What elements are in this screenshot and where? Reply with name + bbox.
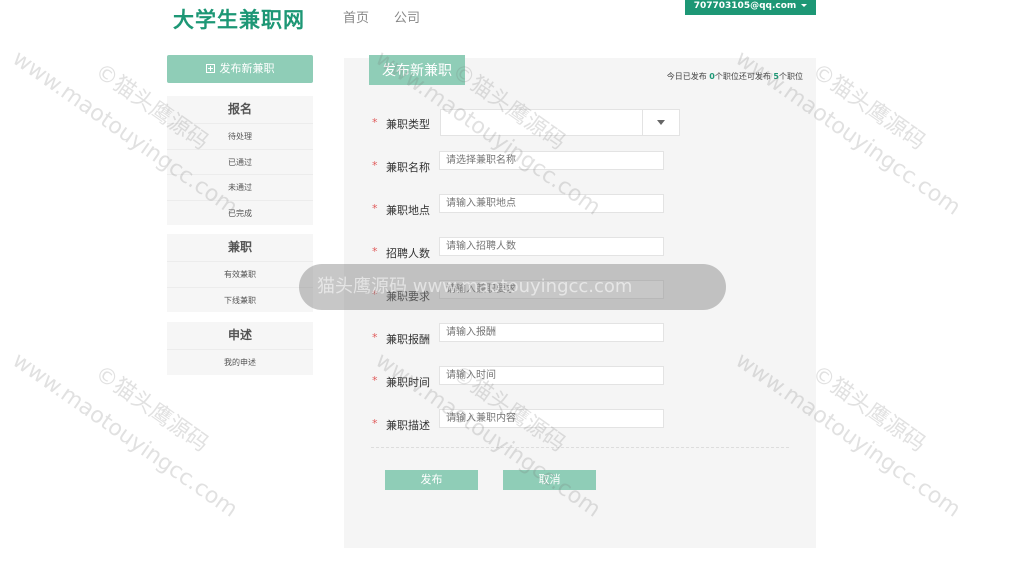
recruit-count-label: 招聘人数 <box>386 247 430 260</box>
plus-square-icon <box>205 64 215 73</box>
submit-button[interactable]: 发布 <box>385 470 478 490</box>
publish-quota-text: 今日已发布 0个职位还可发布 5个职位 <box>667 71 803 82</box>
quota-middle: 个职位还可发布 <box>714 72 771 81</box>
caret-down-icon <box>801 4 808 7</box>
required-mark: * <box>372 374 378 387</box>
job-type-select[interactable] <box>440 109 680 136</box>
sidebar-group-signup: 报名 待处理 已通过 未通过 已完成 <box>167 96 313 225</box>
job-description-label: 兼职描述 <box>386 419 430 432</box>
job-type-label: 兼职类型 <box>386 118 430 131</box>
job-name-input[interactable] <box>439 151 664 170</box>
job-location-label: 兼职地点 <box>386 204 430 217</box>
required-mark: * <box>372 159 378 172</box>
watermark-toast: 猫头鹰源码 www.maotouyingcc.com <box>299 264 726 310</box>
top-header: 大学生兼职网 首页 公司 707703105@qq.com <box>0 0 1024 32</box>
job-name-label: 兼职名称 <box>386 161 430 174</box>
sidebar-item-completed[interactable]: 已完成 <box>167 199 313 226</box>
sidebar-item-active-jobs[interactable]: 有效兼职 <box>167 261 313 287</box>
sidebar-item-approved[interactable]: 已通过 <box>167 148 313 175</box>
quota-prefix: 今日已发布 <box>666 72 707 81</box>
required-mark: * <box>372 331 378 344</box>
nav-company-link[interactable]: 公司 <box>394 7 420 26</box>
sidebar-item-offline-jobs[interactable]: 下线兼职 <box>167 286 313 313</box>
job-salary-input[interactable] <box>439 323 664 342</box>
job-description-input[interactable] <box>439 409 664 428</box>
sidebar-group-jobs: 兼职 有效兼职 下线兼职 <box>167 234 313 312</box>
recruit-count-input[interactable] <box>439 237 664 256</box>
required-mark: * <box>372 116 378 129</box>
dropdown-arrow-icon[interactable] <box>642 110 679 135</box>
sidebar-item-pending[interactable]: 待处理 <box>167 123 313 149</box>
form-divider <box>371 447 789 448</box>
nav-home-link[interactable]: 首页 <box>343 7 369 26</box>
quota-suffix: 个职位 <box>779 72 803 81</box>
publish-new-job-label: 发布新兼职 <box>219 62 275 75</box>
sidebar-item-my-appeals[interactable]: 我的申述 <box>167 349 313 375</box>
cancel-button[interactable]: 取消 <box>503 470 596 490</box>
user-account-menu[interactable]: 707703105@qq.com <box>685 0 816 15</box>
sidebar-group-title: 报名 <box>227 102 252 116</box>
required-mark: * <box>372 202 378 215</box>
sidebar-item-rejected[interactable]: 未通过 <box>167 174 313 200</box>
sidebar-group-title: 申述 <box>227 328 252 342</box>
job-time-input[interactable] <box>439 366 664 385</box>
sidebar-group-title: 兼职 <box>227 240 252 254</box>
user-email: 707703105@qq.com <box>693 1 797 11</box>
job-location-input[interactable] <box>439 194 664 213</box>
required-mark: * <box>372 417 378 430</box>
sidebar-group-appeals: 申述 我的申述 <box>167 322 313 375</box>
site-logo[interactable]: 大学生兼职网 <box>173 4 305 34</box>
job-salary-label: 兼职报酬 <box>386 333 430 346</box>
job-time-label: 兼职时间 <box>386 376 430 389</box>
panel-title: 发布新兼职 <box>369 55 465 85</box>
publish-new-job-button[interactable]: 发布新兼职 <box>167 55 313 83</box>
required-mark: * <box>372 245 378 258</box>
